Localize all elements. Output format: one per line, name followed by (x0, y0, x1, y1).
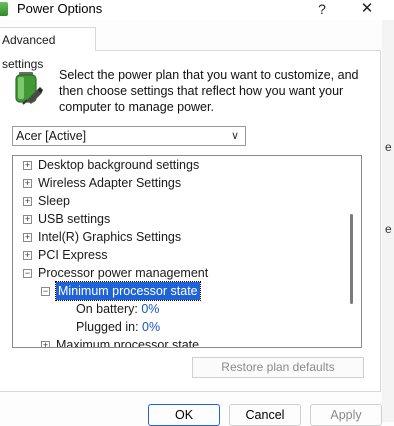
cancel-button[interactable]: Cancel (229, 404, 301, 426)
tree-item-label: USB settings (38, 212, 111, 226)
help-button[interactable]: ? (310, 0, 334, 20)
collapse-icon[interactable]: − (23, 269, 32, 278)
restore-plan-defaults-button[interactable]: Restore plan defaults (192, 357, 364, 378)
setting-value-link[interactable]: 0% (142, 320, 160, 334)
setting-value-link[interactable]: 0% (141, 302, 159, 316)
expand-icon[interactable]: + (23, 161, 32, 170)
expand-icon[interactable]: + (23, 197, 32, 206)
window-title: Power Options (17, 1, 103, 16)
settings-tree[interactable]: + Desktop background settings + Wireless… (12, 155, 362, 348)
chevron-down-icon: ∨ (230, 130, 239, 142)
tree-item-label: Desktop background settings (38, 158, 200, 172)
expand-icon[interactable]: + (23, 179, 32, 188)
expand-icon[interactable]: + (41, 341, 50, 347)
setting-label: Plugged in: (76, 320, 139, 334)
apply-button[interactable]: Apply (310, 404, 382, 426)
title-bar: Power Options ? ✕ (0, 0, 394, 20)
tree-item-label: PCI Express (38, 248, 108, 262)
power-plan-select[interactable]: Acer [Active] ∨ (12, 126, 246, 146)
tab-advanced-settings[interactable]: Advanced settings (0, 27, 96, 71)
background-text: e (385, 222, 392, 236)
tree-item-label: Processor power management (38, 266, 209, 280)
setting-on-battery[interactable]: On battery: 0% (76, 300, 159, 318)
background-window (382, 20, 394, 422)
ok-button[interactable]: OK (148, 404, 220, 426)
expand-icon[interactable]: + (23, 251, 32, 260)
tree-scrollbar[interactable] (350, 214, 353, 304)
intro-text: Select the power plan that you want to c… (59, 68, 359, 114)
tree-item-label-selected: Minimum processor state (55, 281, 201, 301)
background-text: e (385, 140, 392, 154)
tree-item-label: Intel(R) Graphics Settings (38, 230, 182, 244)
tree-item-label: Maximum processor state (56, 338, 200, 348)
setting-label: On battery: (76, 302, 138, 316)
collapse-icon[interactable]: − (41, 287, 50, 296)
expand-icon[interactable]: + (23, 233, 32, 242)
power-options-icon (0, 2, 8, 16)
power-plan-select-value: Acer [Active] (16, 129, 87, 143)
expand-icon[interactable]: + (23, 215, 32, 224)
setting-plugged-in[interactable]: Plugged in: 0% (76, 318, 160, 336)
tree-item-label: Sleep (38, 194, 70, 208)
tree-item-label: Wireless Adapter Settings (38, 176, 182, 190)
close-button[interactable]: ✕ (352, 0, 382, 20)
